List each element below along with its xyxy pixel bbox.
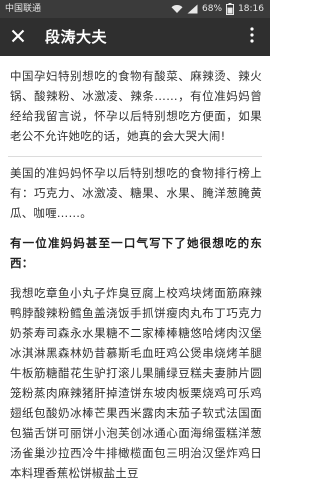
status-bar-right: 68% 18:16 bbox=[171, 0, 264, 18]
status-bar: 中国联通 68% 18:16 bbox=[0, 0, 270, 18]
more-vertical-icon bbox=[250, 27, 254, 47]
battery-percent: 68% bbox=[202, 4, 223, 14]
wifi-icon bbox=[171, 4, 183, 14]
more-options-button[interactable] bbox=[244, 27, 260, 47]
article-heading: 有一位准妈妈甚至一口气写下了她很想吃的东西： bbox=[10, 236, 262, 270]
article-paragraph-4: 我想吃章鱼小丸子炸臭豆腐上校鸡块烤面筋麻辣鸭脖酸辣粉鳕鱼盖浇饭手抓饼瘦肉丸布丁巧… bbox=[10, 286, 262, 480]
article-paragraph-2: 美国的准妈妈怀孕以后特别想吃的食物排行榜上有：巧克力、冰激凌、糖果、水果、腌洋葱… bbox=[10, 166, 262, 220]
app-header: 段涛大夫 bbox=[0, 18, 270, 56]
clock: 18:16 bbox=[238, 4, 264, 14]
section-divider bbox=[8, 156, 262, 157]
battery-icon bbox=[226, 3, 235, 15]
close-icon bbox=[11, 28, 25, 47]
close-button[interactable] bbox=[8, 27, 28, 47]
article-content[interactable]: 中国孕妇特别想吃的食物有酸菜、麻辣烫、辣火锅、酸辣粉、冰激凌、辣条……，有位准妈… bbox=[0, 56, 270, 480]
page-title: 段涛大夫 bbox=[45, 28, 108, 46]
carrier-label: 中国联通 bbox=[5, 4, 42, 14]
signal-icon bbox=[187, 4, 198, 14]
article-paragraph-1: 中国孕妇特别想吃的食物有酸菜、麻辣烫、辣火锅、酸辣粉、冰激凌、辣条……，有位准妈… bbox=[10, 69, 262, 143]
